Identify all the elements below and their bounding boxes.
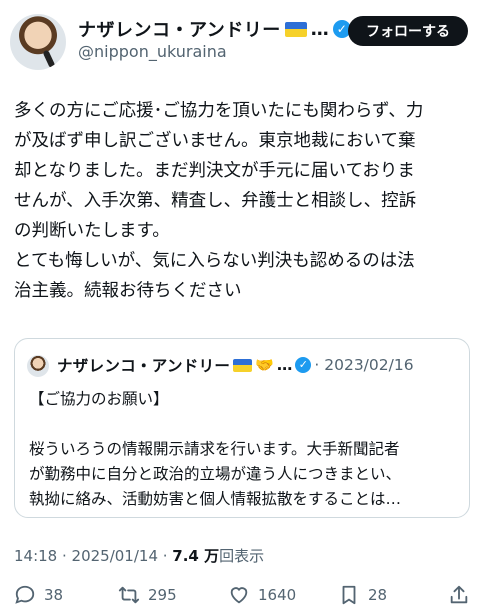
views-label: 回表示 bbox=[219, 547, 265, 565]
quoted-name-ellipsis: … bbox=[276, 356, 293, 374]
tweet-text: 多くの方にご応援･ご協力を頂いたにも関わらず、力 が及ばず申し訳ございません。東… bbox=[14, 101, 424, 301]
views-count: 7.4 万 bbox=[172, 547, 220, 565]
heart-icon bbox=[230, 587, 248, 604]
bookmark-icon bbox=[342, 585, 356, 605]
share-button[interactable] bbox=[448, 584, 470, 606]
verified-badge-icon: ✓ bbox=[295, 357, 312, 373]
author-display-name[interactable]: ナザレンコ・アンドリー bbox=[78, 16, 281, 42]
bookmark-count: 28 bbox=[368, 586, 388, 604]
author-handle[interactable]: @nippon_ukuraina bbox=[78, 42, 227, 61]
quoted-text: 【ご協力のお願い】 桜ういろうの情報開示請求を行います。大手新聞記者 が勤務中に… bbox=[29, 390, 402, 508]
action-bar: 38 295 1640 28 bbox=[0, 580, 480, 616]
ukraine-flag-icon bbox=[233, 358, 253, 372]
author-name-row[interactable]: ナザレンコ・アンドリー … ✓ bbox=[78, 16, 351, 42]
quoted-header: ナザレンコ・アンドリー 🤝 … ✓ · 2023/02/16 bbox=[57, 354, 414, 376]
retweet-icon bbox=[118, 586, 140, 604]
tweet-header: ナザレンコ・アンドリー … ✓ @nippon_ukuraina フォローする bbox=[0, 0, 480, 80]
like-count: 1640 bbox=[258, 586, 297, 604]
quoted-tweet-card[interactable]: ナザレンコ・アンドリー 🤝 … ✓ · 2023/02/16 【ご協力のお願い】… bbox=[14, 338, 470, 518]
follow-button[interactable]: フォローする bbox=[348, 16, 468, 46]
handshake-icon: 🤝 bbox=[255, 356, 274, 374]
reply-count: 38 bbox=[44, 586, 64, 604]
quoted-date: · 2023/02/16 bbox=[314, 356, 414, 374]
reply-button[interactable]: 38 bbox=[14, 584, 63, 606]
quoted-author-avatar bbox=[27, 355, 49, 377]
quoted-author-name: ナザレンコ・アンドリー bbox=[57, 357, 231, 375]
bookmark-button[interactable]: 28 bbox=[338, 584, 387, 606]
tweet-meta: 14:18 · 2025/01/14 · 7.4 万回表示 bbox=[14, 545, 264, 566]
microphone-icon bbox=[42, 49, 56, 69]
name-ellipsis: … bbox=[310, 18, 329, 40]
share-icon bbox=[450, 585, 468, 604]
like-button[interactable]: 1640 bbox=[228, 584, 296, 606]
author-avatar[interactable] bbox=[10, 14, 66, 70]
retweet-button[interactable]: 295 bbox=[118, 584, 177, 606]
retweet-count: 295 bbox=[148, 586, 177, 604]
ukraine-flag-icon bbox=[284, 21, 307, 37]
tweet-timestamp[interactable]: 14:18 · 2025/01/14 · bbox=[14, 547, 172, 565]
reply-icon bbox=[15, 585, 35, 604]
